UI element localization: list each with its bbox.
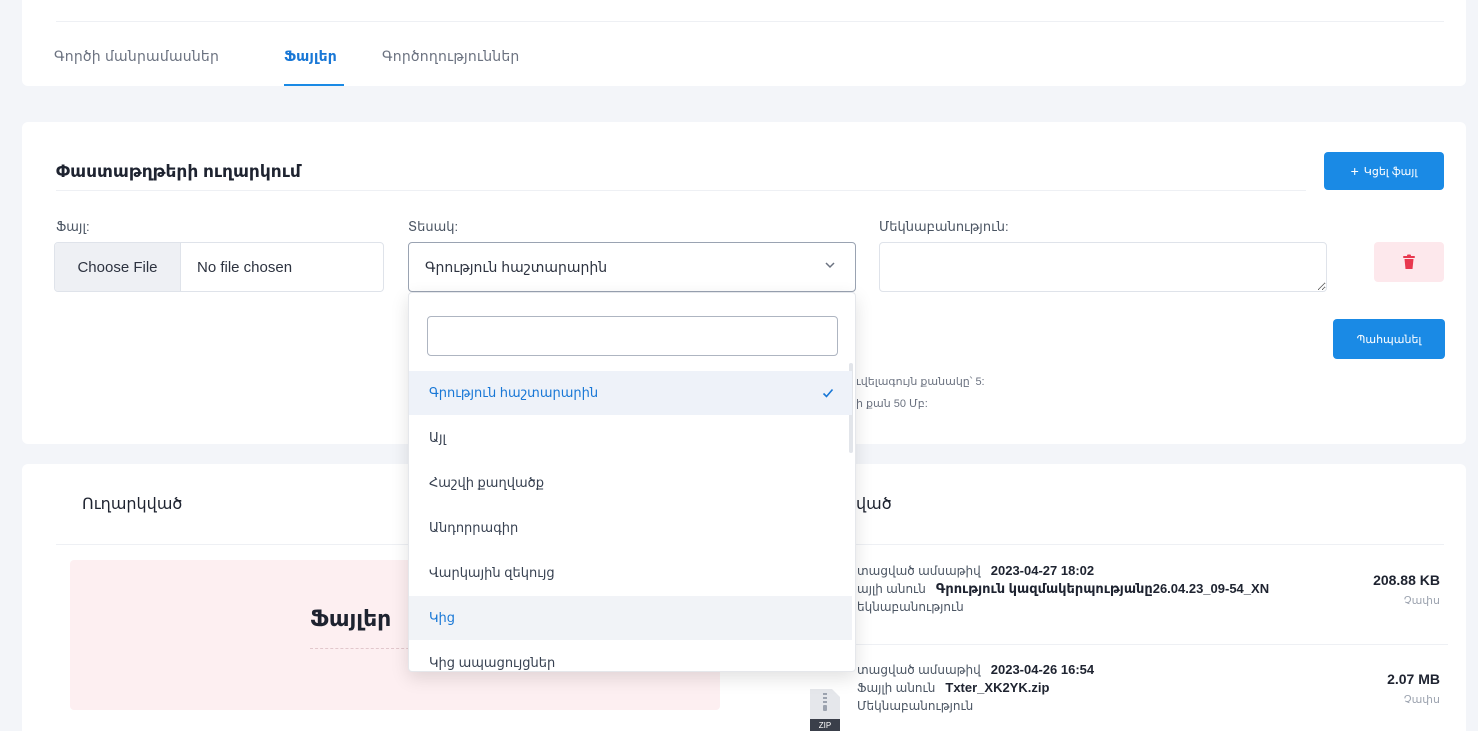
option-label: Գրություն հաշտարարին [429, 385, 599, 400]
name-label: այլի անուն [857, 582, 926, 596]
option-label: Վարկային զեկույց [429, 565, 555, 580]
dropdown-search-input[interactable] [427, 316, 838, 356]
delete-button[interactable] [1374, 242, 1444, 282]
trash-icon [1403, 254, 1415, 269]
add-file-label: Կցել ֆայլ [1363, 165, 1418, 178]
file-size-caption: Չափս [1403, 694, 1440, 706]
file-name[interactable]: Գրություն կազմակերպությանը26.04.23_09-54… [936, 581, 1269, 596]
active-tab-indicator [284, 84, 344, 86]
received-files-title: ված [856, 496, 892, 513]
hint-max-count: ւվելագույն քանակը՝ 5: [856, 376, 985, 388]
dropdown-option[interactable]: Հաշվի քաղվածք [409, 461, 852, 505]
comment-label: եկնաբանություն [857, 600, 964, 614]
file-size-value: 2.07 MB [1387, 671, 1440, 687]
type-dropdown: Գրություն հաշտարարին Այլ Հաշվի քաղվածք Ա… [408, 292, 856, 672]
section-title: Փաստաթղթերի ուղարկում [56, 162, 301, 181]
date-label: տացված ամսաթիվ [857, 564, 981, 578]
option-label: Այլ [429, 430, 447, 445]
file-row[interactable]: ZIP տացված ամսաթիվ 2023-04-26 16:54 Ֆայլ… [792, 661, 1448, 731]
divider [56, 190, 1306, 191]
option-label: Կից ապացույցներ [429, 655, 556, 670]
file-meta: տացված ամսաթիվ 2023-04-26 16:54 Ֆայլի ան… [857, 661, 1094, 715]
tab-files[interactable]: Ֆայլեր [284, 48, 337, 65]
tab-case-details[interactable]: Գործի մանրամասներ [54, 48, 219, 65]
name-label: Ֆայլի անուն [857, 681, 936, 695]
add-file-button[interactable]: + Կցել ֆայլ [1324, 152, 1444, 190]
dropdown-option[interactable]: Այլ [409, 416, 852, 460]
zip-file-icon: ZIP [810, 689, 840, 731]
empty-state-text: Ֆայլեր [310, 606, 392, 631]
option-label: Հաշվի քաղվածք [429, 475, 544, 490]
zip-label: ZIP [819, 721, 831, 730]
chevron-down-icon [825, 262, 835, 269]
file-size-value: 208.88 KB [1373, 572, 1440, 588]
file-size-caption: Չափս [1403, 595, 1440, 607]
file-name[interactable]: Txter_XK2YK.zip [945, 680, 1049, 695]
comment-label: Մեկնաբանություն [857, 699, 974, 713]
option-label: Կից [429, 610, 455, 625]
file-size: 208.88 KB Չափս [1373, 572, 1440, 607]
file-field-label: Ֆայլ: [56, 219, 90, 234]
type-select[interactable]: Գրություն հաշտարարին [408, 242, 856, 292]
file-meta: տացված ամսաթիվ 2023-04-27 18:02 այլի անո… [857, 562, 1269, 616]
dropdown-option[interactable]: Կից ապացույցներ [409, 641, 852, 671]
description-textarea[interactable] [879, 242, 1327, 292]
sent-files-title: Ուղարկված [82, 496, 183, 513]
file-input[interactable]: Choose File No file chosen [54, 242, 384, 292]
dropdown-option[interactable]: Անդորրագիր [409, 506, 852, 550]
file-row[interactable]: տացված ամսաթիվ 2023-04-27 18:02 այլի անո… [792, 562, 1448, 632]
date-label: տացված ամսաթիվ [857, 663, 981, 677]
file-date: 2023-04-26 16:54 [990, 662, 1095, 677]
file-date: 2023-04-27 18:02 [990, 563, 1095, 578]
file-size: 2.07 MB Չափս [1387, 671, 1440, 706]
tab-actions[interactable]: Գործողություններ [382, 48, 520, 65]
type-field-label: Տեսակ: [408, 219, 459, 234]
check-icon [822, 388, 834, 398]
option-label: Անդորրագիր [429, 520, 519, 535]
divider [852, 644, 1448, 645]
divider [56, 21, 1444, 22]
hint-max-size: ի քան 50 Մբ: [856, 398, 928, 410]
description-field-label: Մեկնաբանություն: [879, 219, 1009, 234]
tabs-card: Գործի մանրամասներ Ֆայլեր Գործողություննե… [22, 0, 1466, 86]
choose-file-button[interactable]: Choose File [55, 243, 181, 291]
dropdown-option[interactable]: Վարկային զեկույց [409, 551, 852, 595]
plus-icon: + [1350, 163, 1359, 179]
file-status: No file chosen [197, 258, 293, 276]
dropdown-option[interactable]: Գրություն հաշտարարին [409, 371, 852, 415]
type-select-value: Գրություն հաշտարարին [425, 258, 608, 275]
save-button[interactable]: Պահպանել [1333, 319, 1445, 359]
dropdown-option[interactable]: Կից [409, 596, 852, 640]
